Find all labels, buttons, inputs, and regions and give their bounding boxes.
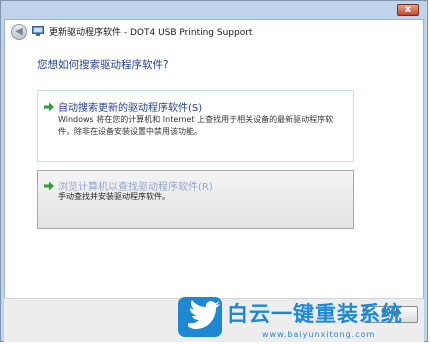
green-arrow-icon bbox=[44, 102, 54, 112]
watermark-logo bbox=[178, 297, 222, 337]
watermark-url: www.baiyunxitong.com bbox=[262, 330, 376, 339]
close-button[interactable]: x bbox=[397, 4, 419, 16]
back-arrow-icon: ◀ bbox=[15, 26, 23, 37]
option-browse-computer[interactable]: 浏览计算机以查找驱动程序软件(R) 手动查找并安装驱动程序软件。 bbox=[37, 170, 354, 229]
device-manager-icon bbox=[32, 26, 44, 36]
option-auto-title: 自动搜索更新的驱动程序软件(S) bbox=[58, 103, 203, 114]
window-title: 更新驱动程序软件 - DOT4 USB Printing Support bbox=[49, 28, 253, 38]
page-title: 您想如何搜索驱动程序软件? bbox=[37, 59, 169, 71]
title-bar: x bbox=[1, 1, 427, 19]
bird-icon bbox=[188, 300, 220, 329]
option-auto-description: Windows 将在您的计算机和 Internet 上查找用于相关设备的最新驱动… bbox=[58, 115, 334, 136]
option-auto-search[interactable]: 自动搜索更新的驱动程序软件(S) Windows 将在您的计算机和 Intern… bbox=[37, 90, 354, 162]
content-panel: ◀ 更新驱动程序软件 - DOT4 USB Printing Support 您… bbox=[4, 19, 424, 316]
back-button[interactable]: ◀ bbox=[11, 24, 27, 40]
watermark-text: 白云一键重装系统 bbox=[227, 302, 403, 326]
dialog-window: x ◀ 更新驱动程序软件 - DOT4 USB Printing Support… bbox=[0, 0, 428, 342]
green-arrow-icon bbox=[44, 181, 54, 191]
option-browse-description: 手动查找并安装驱动程序软件。 bbox=[58, 192, 170, 201]
